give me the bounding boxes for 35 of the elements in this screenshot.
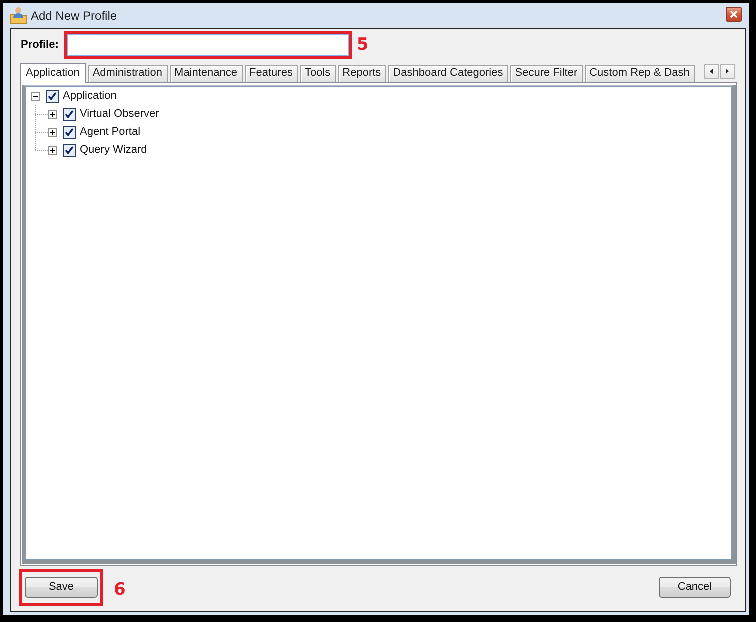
callout-number: 5 bbox=[356, 35, 369, 55]
plus-icon[interactable] bbox=[48, 128, 57, 136]
tree-connector-line bbox=[35, 105, 48, 123]
tab[interactable]: Features bbox=[244, 65, 298, 82]
minus-icon[interactable] bbox=[31, 92, 40, 100]
profile-label: Profile: bbox=[21, 39, 59, 51]
plus-icon[interactable] bbox=[48, 110, 57, 118]
tab[interactable]: Reports bbox=[338, 65, 386, 82]
user-folder-icon bbox=[10, 7, 27, 24]
plus-icon[interactable] bbox=[48, 146, 57, 154]
tab[interactable]: Tools bbox=[300, 65, 336, 82]
tree-item[interactable]: Virtual Observer bbox=[80, 108, 160, 120]
tab[interactable]: Administration bbox=[88, 65, 168, 82]
tree-item[interactable]: Query Wizard bbox=[80, 144, 148, 156]
checkbox[interactable] bbox=[46, 90, 59, 102]
checkbox[interactable] bbox=[63, 126, 76, 138]
callout-number: 6 bbox=[114, 580, 126, 600]
right-arrow-icon bbox=[726, 69, 729, 74]
scroll-right-button[interactable] bbox=[720, 64, 735, 79]
window-title: Add New Profile bbox=[31, 8, 118, 22]
checkbox[interactable] bbox=[63, 144, 76, 156]
tab[interactable]: Dashboard Categories bbox=[388, 65, 508, 82]
tab[interactable]: Custom Rep & Dash bbox=[584, 65, 695, 82]
tree-item[interactable]: Application bbox=[63, 90, 117, 102]
tab[interactable]: Application bbox=[20, 63, 86, 83]
left-arrow-icon bbox=[710, 69, 713, 74]
dialog-button[interactable]: Save bbox=[25, 576, 98, 598]
close-button[interactable] bbox=[726, 7, 742, 22]
checkbox[interactable] bbox=[63, 108, 76, 120]
scroll-left-button[interactable] bbox=[704, 64, 719, 79]
tab[interactable]: Maintenance bbox=[170, 65, 243, 82]
tab[interactable]: Secure Filter bbox=[510, 65, 583, 82]
tree-item[interactable]: Agent Portal bbox=[80, 126, 141, 138]
dialog-button[interactable]: Cancel bbox=[659, 576, 731, 598]
close-icon bbox=[730, 11, 738, 18]
